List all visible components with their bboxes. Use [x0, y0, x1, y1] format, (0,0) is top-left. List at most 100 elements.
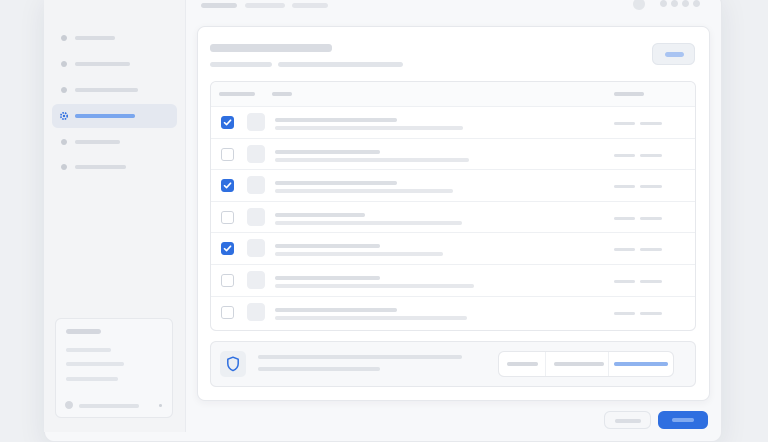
- row-meta: [614, 216, 635, 220]
- info-card-user[interactable]: [56, 393, 172, 417]
- row-meta: [640, 153, 662, 157]
- shield-icon: [227, 356, 239, 372]
- row-checkbox[interactable]: [221, 274, 234, 287]
- table-row[interactable]: [211, 200, 695, 233]
- row-subtitle: [275, 252, 443, 257]
- sidebar-item-icon: [61, 87, 67, 93]
- confirm-button[interactable]: [658, 411, 708, 429]
- control-dot-icon[interactable]: [671, 0, 678, 7]
- sidebar-item-4[interactable]: [52, 104, 177, 128]
- row-meta: [640, 122, 662, 125]
- sidebar-item-label: [75, 165, 126, 169]
- gear-icon: [59, 111, 69, 121]
- breadcrumb-item-2[interactable]: [245, 3, 285, 8]
- table-row[interactable]: [211, 169, 695, 201]
- row-checkbox[interactable]: [221, 116, 234, 129]
- table-row[interactable]: [211, 232, 695, 264]
- segment-3[interactable]: [609, 352, 673, 376]
- row-meta: [640, 185, 662, 189]
- table-header: [211, 82, 695, 106]
- column-header[interactable]: [219, 92, 255, 96]
- page-subtitle-1: [210, 62, 272, 67]
- action-button-label: [665, 52, 684, 57]
- table-row[interactable]: [211, 106, 695, 138]
- segment-2[interactable]: [546, 352, 609, 376]
- row-thumbnail: [247, 239, 265, 258]
- data-table: [210, 81, 696, 331]
- row-subtitle: [275, 157, 469, 162]
- row-subtitle: [275, 284, 474, 288]
- row-title: [275, 212, 365, 217]
- sidebar-item-5[interactable]: [52, 130, 177, 154]
- control-dot-icon[interactable]: [693, 0, 700, 7]
- table-row[interactable]: [211, 295, 695, 328]
- security-text-line: [258, 367, 380, 371]
- sidebar-item-icon: [61, 164, 67, 170]
- row-title: [275, 244, 380, 249]
- row-meta: [614, 311, 635, 315]
- control-dot-icon[interactable]: [660, 0, 667, 7]
- row-checkbox[interactable]: [221, 179, 234, 193]
- info-card-line: [66, 348, 111, 352]
- sidebar-item-3[interactable]: [52, 78, 177, 102]
- window-controls[interactable]: [660, 0, 708, 8]
- breadcrumb-item-3[interactable]: [292, 3, 328, 8]
- security-panel: [210, 341, 696, 387]
- control-dot-icon[interactable]: [682, 0, 689, 7]
- page-subtitle-2: [278, 62, 403, 67]
- row-thumbnail: [247, 271, 265, 289]
- row-meta: [614, 122, 635, 125]
- confirm-button-label: [672, 418, 694, 422]
- sidebar-item-6[interactable]: [52, 155, 177, 179]
- checkmark-icon: [223, 182, 232, 189]
- row-meta: [640, 311, 662, 315]
- row-title: [275, 181, 397, 186]
- row-meta: [614, 185, 635, 189]
- checkmark-icon: [223, 245, 232, 252]
- table-row[interactable]: [211, 264, 695, 296]
- segment-1[interactable]: [499, 352, 546, 376]
- segment-label: [554, 362, 604, 366]
- checkmark-icon: [223, 119, 232, 126]
- sidebar-item-label: [75, 140, 120, 144]
- row-subtitle: [275, 189, 453, 194]
- segment-label: [507, 362, 538, 366]
- sidebar-info-card: [55, 318, 173, 418]
- row-checkbox[interactable]: [221, 242, 234, 256]
- row-checkbox[interactable]: [221, 210, 234, 224]
- column-header[interactable]: [614, 92, 644, 96]
- row-subtitle: [275, 220, 462, 225]
- row-subtitle: [275, 315, 467, 320]
- header-action-button[interactable]: [652, 43, 695, 65]
- user-menu-icon[interactable]: [159, 404, 162, 407]
- sidebar-item-icon: [61, 139, 67, 145]
- security-text-line: [258, 355, 462, 359]
- row-thumbnail: [247, 207, 265, 226]
- sidebar-item-2[interactable]: [52, 52, 177, 76]
- column-header[interactable]: [272, 92, 292, 96]
- row-thumbnail: [247, 113, 265, 131]
- sidebar-item-icon: [61, 61, 67, 67]
- row-checkbox[interactable]: [221, 305, 234, 319]
- row-meta: [614, 153, 635, 157]
- sidebar-item-label: [75, 62, 130, 66]
- table-row[interactable]: [211, 137, 695, 170]
- sidebar-item-label: [75, 114, 135, 118]
- sidebar-item-label: [75, 36, 115, 40]
- breadcrumb-item-1[interactable]: [201, 3, 237, 8]
- avatar: [65, 401, 73, 409]
- security-icon-box: [220, 351, 246, 377]
- row-checkbox[interactable]: [221, 147, 234, 161]
- sidebar-item-1[interactable]: [52, 26, 177, 50]
- row-title: [275, 276, 380, 280]
- cancel-button[interactable]: [604, 411, 651, 429]
- segmented-control: [498, 351, 674, 377]
- row-meta: [640, 248, 662, 252]
- info-card-title: [66, 329, 101, 334]
- sidebar-item-label: [75, 88, 138, 92]
- row-meta: [614, 280, 635, 283]
- row-title: [275, 149, 380, 154]
- user-name: [79, 404, 139, 408]
- row-meta: [614, 248, 635, 252]
- row-subtitle: [275, 126, 463, 130]
